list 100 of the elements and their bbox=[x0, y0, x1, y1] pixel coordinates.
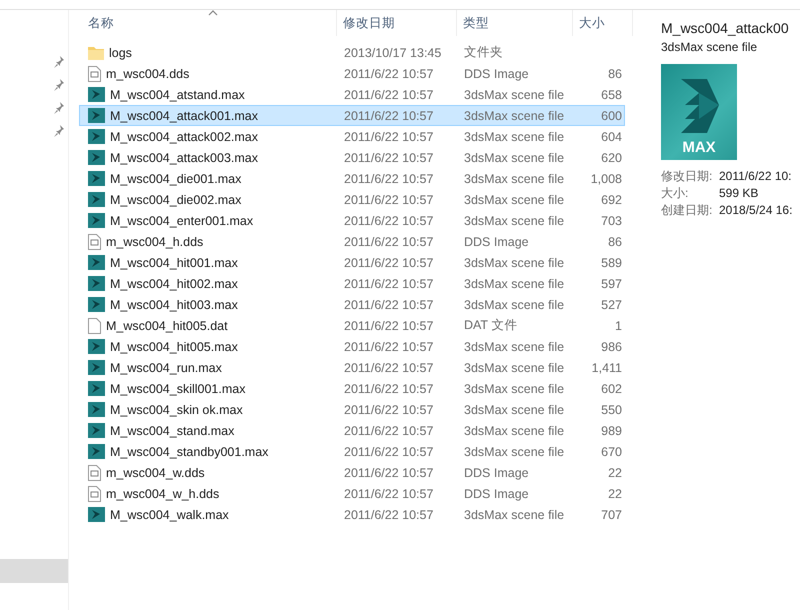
file-type: 3dsMax scene file bbox=[463, 108, 566, 122]
file-row[interactable]: m_wsc004_h.dds 2011/6/22 10:57 DDS Image 86 bbox=[79, 231, 625, 252]
file-name: M_wsc004_skin ok.max bbox=[110, 402, 243, 416]
file-row[interactable]: M_wsc004_hit003.max 2011/6/22 10:57 3dsMax scene file 527 bbox=[79, 294, 625, 315]
file-row[interactable]: M_wsc004_skin ok.max 2011/6/22 10:57 3dsMax scene file 550 bbox=[79, 399, 625, 420]
3d-file-icon bbox=[88, 108, 105, 123]
column-header[interactable]: 名称 bbox=[79, 10, 337, 36]
file-name: M_wsc004_run.max bbox=[110, 360, 222, 374]
file-type: 文件夹 bbox=[463, 44, 504, 61]
file-size: 597 bbox=[600, 276, 622, 290]
file-size: 670 bbox=[600, 444, 622, 458]
3d-file-icon bbox=[88, 423, 105, 438]
file-type: 3dsMax scene file bbox=[463, 340, 566, 354]
file-row[interactable]: M_wsc004_stand.max 2011/6/22 10:57 3dsMax scene file 989 bbox=[79, 420, 625, 441]
modified-date: 2011/6/22 10:57 bbox=[343, 402, 434, 416]
file-name: M_wsc004_hit001.max bbox=[110, 256, 238, 270]
file-type: 3dsMax scene file bbox=[463, 192, 566, 206]
file-row[interactable]: M_wsc004_attack003.max 2011/6/22 10:57 3dsMax scene file 620 bbox=[79, 147, 625, 168]
file-type: 3dsMax scene file bbox=[463, 150, 566, 164]
pin-icon[interactable] bbox=[54, 125, 64, 137]
file-name: logs bbox=[109, 46, 132, 60]
file-row[interactable]: M_wsc004_die001.max 2011/6/22 10:57 3dsMax scene file 1,008 bbox=[79, 168, 625, 189]
file-type: 3dsMax scene file bbox=[463, 508, 566, 522]
file-row[interactable]: M_wsc004_attack002.max 2011/6/22 10:57 3dsMax scene file 604 bbox=[79, 126, 625, 147]
file-name: m_wsc004_h.dds bbox=[106, 234, 204, 248]
pin-icon[interactable] bbox=[54, 56, 64, 68]
file-row[interactable]: M_wsc004_die002.max 2011/6/22 10:57 3dsMax scene file 692 bbox=[79, 189, 625, 210]
file-name: M_wsc004_atstand.max bbox=[110, 88, 245, 102]
file-row[interactable]: M_wsc004_standby001.max 2011/6/22 10:57 3dsMax scene file 670 bbox=[79, 441, 625, 462]
3d-file-icon bbox=[88, 297, 105, 312]
pin-icon[interactable] bbox=[54, 102, 64, 114]
file-size: 1,008 bbox=[590, 172, 622, 186]
file-row[interactable]: M_wsc004_run.max 2011/6/22 10:57 3dsMax scene file 1,411 bbox=[79, 357, 625, 378]
file-type: DDS Image bbox=[463, 66, 530, 80]
file-row[interactable]: m_wsc004_w_h.dds 2011/6/22 10:57 DDS Image 22 bbox=[79, 483, 625, 504]
column-header[interactable]: 修改日期 bbox=[337, 10, 457, 36]
modified-date: 2011/6/22 10:57 bbox=[343, 214, 434, 228]
image-file-icon bbox=[88, 66, 101, 82]
file-row[interactable]: m_wsc004.dds 2011/6/22 10:57 DDS Image 86 bbox=[79, 63, 625, 84]
file-type: 3dsMax scene file bbox=[463, 256, 566, 270]
3d-file-icon bbox=[88, 360, 105, 375]
image-file-icon bbox=[88, 486, 101, 502]
file-name: M_wsc004_hit005.max bbox=[110, 340, 238, 354]
file-row[interactable]: M_wsc004_atstand.max 2011/6/22 10:57 3dsMax scene file 658 bbox=[79, 84, 625, 105]
file-name: m_wsc004.dds bbox=[106, 66, 190, 80]
file-row[interactable]: M_wsc004_hit001.max 2011/6/22 10:57 3dsMax scene file 589 bbox=[79, 252, 625, 273]
file-size: 86 bbox=[607, 234, 622, 248]
blank-file-icon bbox=[88, 318, 101, 334]
detail-label: 大小: bbox=[661, 185, 690, 202]
file-row[interactable]: logs 2013/10/17 13:45 文件夹 bbox=[79, 42, 625, 63]
modified-date: 2011/6/22 10:57 bbox=[343, 486, 434, 500]
file-size: 22 bbox=[607, 466, 622, 480]
modified-date: 2011/6/22 10:57 bbox=[343, 340, 434, 354]
3d-file-icon bbox=[88, 255, 105, 270]
column-header[interactable]: 类型 bbox=[457, 10, 573, 36]
detail-value: 2018/5/24 16: bbox=[719, 202, 794, 219]
file-size: 527 bbox=[600, 298, 622, 312]
file-size: 1 bbox=[614, 318, 622, 332]
modified-date: 2011/6/22 10:57 bbox=[343, 382, 434, 396]
file-size: 22 bbox=[607, 486, 622, 500]
file-type: DDS Image bbox=[463, 486, 530, 500]
image-file-icon bbox=[88, 234, 101, 250]
file-name: M_wsc004_hit003.max bbox=[110, 298, 238, 312]
file-type: DDS Image bbox=[463, 466, 530, 480]
detail-label: 修改日期: bbox=[661, 168, 714, 185]
file-row[interactable]: m_wsc004_w.dds 2011/6/22 10:57 DDS Image 22 bbox=[79, 462, 625, 483]
detail-value: 599 KB bbox=[719, 185, 760, 202]
thumbnail-label: MAX bbox=[682, 139, 716, 156]
file-size: 707 bbox=[600, 508, 622, 522]
file-row[interactable]: M_wsc004_hit002.max 2011/6/22 10:57 3dsMax scene file 597 bbox=[79, 273, 625, 294]
3d-file-icon bbox=[88, 129, 105, 144]
3d-file-icon bbox=[88, 150, 105, 165]
preview-title: M_wsc004_attack00 bbox=[661, 20, 790, 36]
file-size: 600 bbox=[600, 108, 622, 122]
modified-date: 2011/6/22 10:57 bbox=[343, 318, 434, 332]
3d-file-icon bbox=[88, 87, 105, 102]
file-row[interactable]: M_wsc004_hit005.dat 2011/6/22 10:57 DAT 文件 1 bbox=[79, 315, 625, 336]
3d-file-icon bbox=[88, 402, 105, 417]
file-size: 589 bbox=[600, 256, 622, 270]
file-row[interactable]: M_wsc004_attack001.max 2011/6/22 10:57 3dsMax scene file 600 bbox=[79, 105, 625, 126]
file-name: M_wsc004_attack003.max bbox=[110, 150, 258, 164]
file-row[interactable]: M_wsc004_enter001.max 2011/6/22 10:57 3dsMax scene file 703 bbox=[79, 210, 625, 231]
file-name: M_wsc004_walk.max bbox=[110, 508, 229, 522]
file-name: M_wsc004_die002.max bbox=[110, 192, 242, 206]
3d-file-icon bbox=[88, 381, 105, 396]
3d-file-icon bbox=[88, 192, 105, 207]
file-row[interactable]: M_wsc004_hit005.max 2011/6/22 10:57 3dsMax scene file 986 bbox=[79, 336, 625, 357]
file-type: 3dsMax scene file bbox=[463, 382, 566, 396]
3d-file-icon bbox=[88, 339, 105, 354]
column-header[interactable]: 大小 bbox=[573, 10, 633, 36]
modified-date: 2011/6/22 10:57 bbox=[343, 150, 434, 164]
file-type: 3dsMax scene file bbox=[463, 276, 566, 290]
pin-icon[interactable] bbox=[54, 79, 64, 91]
file-row[interactable]: M_wsc004_skill001.max 2011/6/22 10:57 3dsMax scene file 602 bbox=[79, 378, 625, 399]
file-type: 3dsMax scene file bbox=[463, 424, 566, 438]
file-size: 989 bbox=[600, 424, 622, 438]
3d-file-icon bbox=[88, 507, 105, 522]
file-name: M_wsc004_skill001.max bbox=[110, 382, 246, 396]
file-size: 658 bbox=[600, 88, 622, 102]
file-row[interactable]: M_wsc004_walk.max 2011/6/22 10:57 3dsMax scene file 707 bbox=[79, 504, 625, 525]
